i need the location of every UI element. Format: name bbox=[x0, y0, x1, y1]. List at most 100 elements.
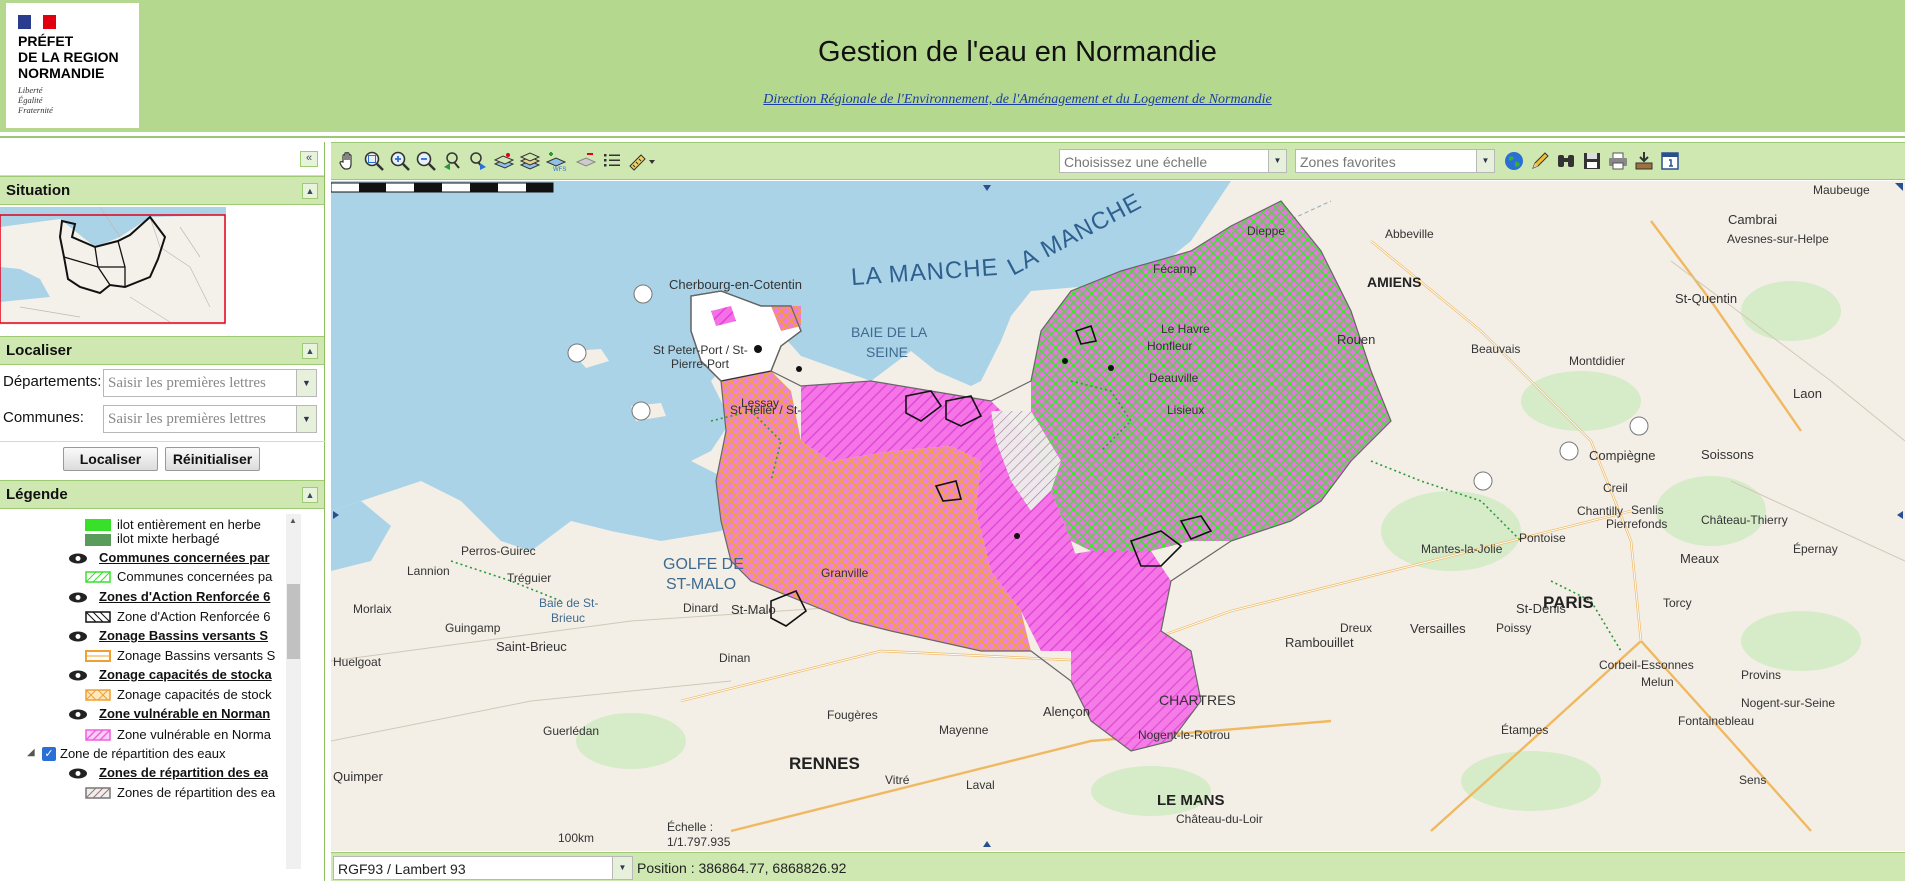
city-label: AMIENS bbox=[1367, 274, 1422, 290]
logo-motto-1: Liberté bbox=[18, 85, 43, 95]
herb-mixed-swatch bbox=[85, 534, 111, 546]
place-label: Sens bbox=[1739, 773, 1767, 787]
localiser-body: Départements: Saisir les premières lettr… bbox=[0, 365, 325, 480]
eye-icon[interactable] bbox=[68, 768, 88, 779]
layer-checkbox[interactable]: ✓ bbox=[42, 747, 56, 761]
overview-map-svg bbox=[0, 207, 226, 325]
double-chevron-left-icon[interactable]: « bbox=[300, 151, 318, 167]
place-label: St-Quentin bbox=[1675, 291, 1738, 306]
legend-layer[interactable]: Zonage capacités de stocka bbox=[99, 667, 272, 682]
eye-icon[interactable] bbox=[68, 670, 88, 681]
legend-item: Zones de répartition des ea bbox=[117, 785, 276, 800]
status-bar: RGF93 / Lambert 93 ▼ Position : 386864.7… bbox=[331, 852, 1905, 881]
situation-header[interactable]: Situation ▲ bbox=[0, 176, 324, 205]
globe-icon[interactable] bbox=[1503, 150, 1525, 172]
next-view-icon[interactable] bbox=[467, 150, 489, 172]
communes-label: Communes: bbox=[3, 409, 84, 426]
place-label: Quimper bbox=[333, 769, 383, 784]
localiser-button[interactable]: Localiser bbox=[63, 447, 158, 471]
departements-label: Départements: bbox=[3, 373, 102, 390]
eye-icon[interactable] bbox=[68, 709, 88, 720]
legend-item: Zone d'Action Renforcée 6 bbox=[117, 609, 271, 624]
localiser-header[interactable]: Localiser ▲ bbox=[0, 336, 324, 365]
place-label: Perros-Guirec bbox=[461, 544, 536, 558]
place-label: Saint-Brieuc bbox=[496, 639, 567, 654]
print-icon[interactable] bbox=[1607, 150, 1629, 172]
layers-stack-icon[interactable] bbox=[519, 150, 541, 172]
situation-title: Situation bbox=[6, 182, 71, 199]
chevron-down-icon[interactable]: ▼ bbox=[1268, 150, 1286, 172]
legende-title: Légende bbox=[6, 486, 68, 503]
collapse-arrow-icon[interactable]: ▲ bbox=[302, 183, 318, 199]
chevron-down-icon[interactable]: ▼ bbox=[296, 406, 316, 432]
place-label: Le Havre bbox=[1161, 322, 1210, 336]
map-view[interactable]: LA MANCHE LA MANCHE BAIE DE LA SEINE GOL… bbox=[331, 181, 1905, 851]
zones-favorites-select[interactable]: Zones favorites ▼ bbox=[1295, 149, 1495, 173]
zoom-in-icon[interactable] bbox=[389, 150, 411, 172]
basemap-svg bbox=[331, 181, 1905, 851]
collapse-arrow-icon[interactable]: ▲ bbox=[302, 343, 318, 359]
place-label: Chantilly bbox=[1577, 504, 1624, 518]
place-label: Maubeuge bbox=[1813, 183, 1870, 197]
place-label: St Peter-Port / St- bbox=[653, 343, 748, 357]
departements-combo[interactable]: Saisir les premières lettres ▼ bbox=[103, 369, 317, 397]
place-label: Morlaix bbox=[353, 602, 392, 616]
legend-layer[interactable]: Zone vulnérable en Norman bbox=[99, 706, 270, 721]
save-icon[interactable] bbox=[1581, 150, 1603, 172]
chevron-down-icon[interactable]: ▼ bbox=[612, 857, 632, 879]
zoom-extent-icon[interactable] bbox=[363, 150, 385, 172]
place-label: Alençon bbox=[1043, 704, 1090, 719]
communes-combo[interactable]: Saisir les premières lettres ▼ bbox=[103, 405, 317, 433]
place-label: Guerlédan bbox=[543, 724, 600, 738]
zoom-out-icon[interactable] bbox=[415, 150, 437, 172]
measure-icon[interactable] bbox=[627, 150, 657, 172]
place-label: Lannion bbox=[407, 564, 450, 578]
place-label: Senlis bbox=[1631, 503, 1664, 517]
list-icon[interactable] bbox=[601, 150, 623, 172]
legend-layer[interactable]: Zones de répartition des ea bbox=[99, 765, 268, 780]
dreal-link[interactable]: Direction Régionale de l'Environnement, … bbox=[600, 92, 1435, 108]
legend-layer[interactable]: Communes concernées par bbox=[99, 550, 270, 565]
prefet-logo: PRÉFET DE LA REGION NORMANDIE Liberté Ég… bbox=[6, 3, 139, 128]
expand-triangle-icon[interactable]: ◢ bbox=[27, 747, 35, 758]
remove-layer-icon[interactable] bbox=[575, 150, 597, 172]
scroll-up-icon[interactable]: ▲ bbox=[289, 516, 297, 525]
city-label: CHARTRES bbox=[1159, 692, 1236, 708]
eye-icon[interactable] bbox=[68, 553, 88, 564]
legend-scrollbar[interactable]: ▲ bbox=[286, 514, 301, 869]
pan-hand-icon[interactable] bbox=[337, 150, 359, 172]
scale-select[interactable]: Choisissez une échelle ▼ bbox=[1059, 149, 1287, 173]
pencil-icon[interactable] bbox=[1529, 150, 1551, 172]
place-label: Montdidier bbox=[1569, 354, 1626, 368]
previous-view-icon[interactable] bbox=[441, 150, 463, 172]
add-wms-icon[interactable]: WFS bbox=[545, 150, 571, 172]
projection-select[interactable]: RGF93 / Lambert 93 ▼ bbox=[333, 856, 633, 880]
situation-overview-map[interactable] bbox=[0, 205, 324, 333]
binoculars-icon[interactable] bbox=[1555, 150, 1577, 172]
header-divider bbox=[0, 136, 1905, 138]
eye-icon[interactable] bbox=[68, 631, 88, 642]
legend-layer[interactable]: Zones d'Action Renforcée 6 bbox=[99, 589, 270, 604]
collapse-arrow-icon[interactable]: ▲ bbox=[302, 487, 318, 503]
place-label: Creil bbox=[1603, 481, 1628, 495]
eye-icon[interactable] bbox=[68, 592, 88, 603]
legende-header[interactable]: Légende ▲ bbox=[0, 480, 324, 509]
chevron-down-icon[interactable]: ▼ bbox=[296, 370, 316, 396]
legend-item: Zonage capacités de stock bbox=[117, 687, 272, 702]
info-window-icon[interactable] bbox=[1659, 150, 1681, 172]
place-label: Cherbourg-en-Cotentin bbox=[669, 277, 802, 292]
place-label: Melun bbox=[1641, 675, 1674, 689]
place-label: Provins bbox=[1741, 668, 1782, 682]
place-label: Pontoise bbox=[1519, 531, 1566, 545]
logo-line-3: NORMANDIE bbox=[18, 65, 105, 81]
legend-item: Zone vulnérable en Norma bbox=[117, 727, 271, 742]
chevron-down-icon[interactable]: ▼ bbox=[1476, 150, 1494, 172]
legend-layer[interactable]: Zonage Bassins versants S bbox=[99, 628, 268, 643]
place-label: Fougères bbox=[827, 708, 878, 722]
layers-icon[interactable] bbox=[493, 150, 515, 172]
scroll-thumb[interactable] bbox=[287, 584, 300, 659]
export-icon[interactable] bbox=[1633, 150, 1655, 172]
bay-label: BAIE DE LA bbox=[851, 324, 928, 340]
place-label: Soissons bbox=[1701, 447, 1754, 462]
reinitialiser-button[interactable]: Réinitialiser bbox=[165, 447, 260, 471]
